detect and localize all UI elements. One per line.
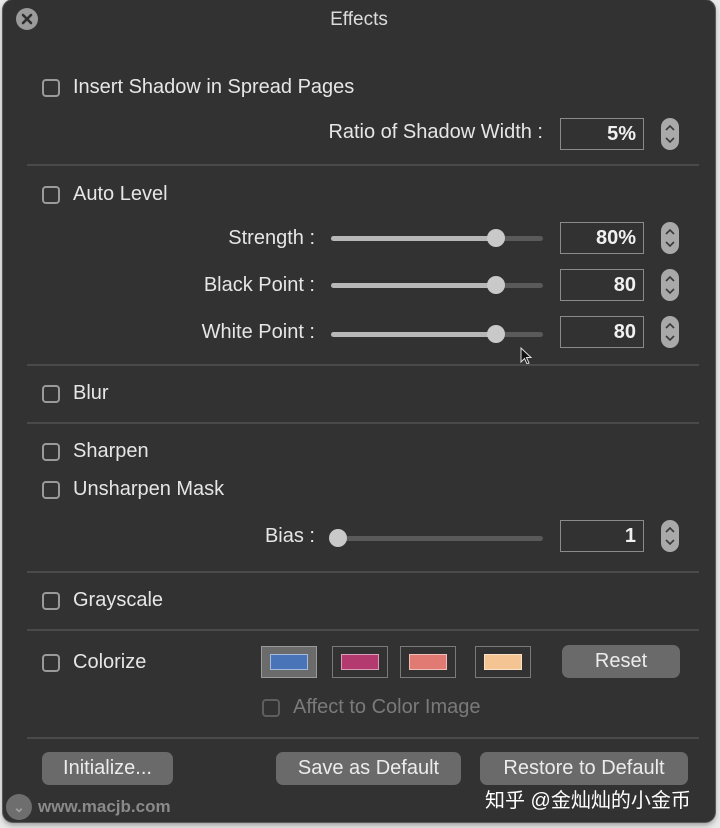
reset-button[interactable]: Reset	[562, 645, 680, 678]
watermark-left: ⌄ www.macjb.com	[6, 794, 171, 820]
shadow-ratio-stepper[interactable]	[661, 118, 679, 150]
stepper-arrows-icon	[665, 322, 675, 342]
black-point-field[interactable]: 80	[560, 269, 644, 301]
insert-shadow-label: Insert Shadow in Spread Pages	[73, 76, 355, 98]
blur-label: Blur	[73, 382, 109, 404]
white-point-field[interactable]: 80	[560, 316, 644, 348]
bias-field[interactable]: 1	[560, 520, 644, 552]
strength-slider-knob[interactable]	[487, 229, 506, 247]
strength-field[interactable]: 80%	[560, 222, 644, 254]
black-point-label: Black Point :	[203, 274, 315, 296]
strength-label: Strength :	[228, 227, 315, 249]
black-point-slider[interactable]	[331, 276, 543, 294]
shadow-ratio-field[interactable]: 5%	[560, 118, 644, 150]
stepper-arrows-icon	[665, 124, 675, 144]
insert-shadow-checkbox[interactable]	[42, 79, 60, 97]
window-title: Effects	[330, 9, 388, 30]
white-point-stepper[interactable]	[661, 316, 679, 348]
affect-color-image-label: Affect to Color Image	[293, 696, 481, 718]
auto-level-checkbox[interactable]	[42, 186, 60, 204]
strength-stepper[interactable]	[661, 222, 679, 254]
strength-slider[interactable]	[331, 229, 543, 247]
divider	[27, 164, 699, 166]
initialize-button[interactable]: Initialize...	[42, 752, 173, 785]
sharpen-label: Sharpen	[73, 440, 149, 462]
color-swatch-blue[interactable]	[261, 646, 317, 678]
white-point-slider-knob[interactable]	[487, 325, 506, 343]
shadow-ratio-label: Ratio of Shadow Width :	[328, 121, 543, 143]
divider	[27, 364, 699, 366]
effects-window: Effects Insert Shadow in Spread Pages Ra…	[3, 0, 715, 822]
watermark-right: 知乎 @金灿灿的小金币	[485, 790, 691, 812]
color-swatch-fill	[341, 654, 379, 670]
color-swatch-fill	[409, 654, 447, 670]
watermark-left-text: www.macjb.com	[38, 797, 171, 816]
white-point-slider-fill	[331, 332, 497, 337]
stepper-arrows-icon	[665, 228, 675, 248]
stepper-arrows-icon	[665, 526, 675, 546]
affect-color-image-checkbox[interactable]	[262, 699, 280, 717]
grayscale-label: Grayscale	[73, 589, 164, 611]
divider	[27, 422, 699, 424]
black-point-stepper[interactable]	[661, 269, 679, 301]
divider	[27, 629, 699, 631]
blur-checkbox[interactable]	[42, 385, 60, 403]
white-point-label: White Point :	[201, 321, 315, 343]
divider	[27, 571, 699, 573]
sharpen-checkbox[interactable]	[42, 443, 60, 461]
divider	[27, 737, 699, 739]
bias-stepper[interactable]	[661, 520, 679, 552]
black-point-slider-knob[interactable]	[487, 276, 506, 294]
color-swatch-magenta[interactable]	[332, 646, 388, 678]
auto-level-label: Auto Level	[73, 183, 168, 205]
grayscale-checkbox[interactable]	[42, 592, 60, 610]
strength-slider-fill	[331, 236, 497, 241]
bias-label: Bias :	[264, 525, 315, 547]
unsharpen-mask-label: Unsharpen Mask	[73, 478, 225, 500]
colorize-label: Colorize	[73, 651, 147, 673]
color-swatch-salmon[interactable]	[400, 646, 456, 678]
restore-to-default-button[interactable]: Restore to Default	[480, 752, 688, 785]
macjb-logo-icon: ⌄	[6, 794, 32, 820]
stepper-arrows-icon	[665, 275, 675, 295]
bias-slider-knob[interactable]	[329, 529, 347, 547]
unsharpen-mask-checkbox[interactable]	[42, 481, 60, 499]
color-swatch-fill	[484, 654, 522, 670]
color-swatch-peach[interactable]	[475, 646, 531, 678]
black-point-slider-fill	[331, 283, 497, 288]
colorize-checkbox[interactable]	[42, 654, 60, 672]
color-swatch-fill	[270, 654, 308, 670]
white-point-slider[interactable]	[331, 325, 543, 343]
bias-slider[interactable]	[329, 529, 543, 547]
save-as-default-button[interactable]: Save as Default	[276, 752, 461, 785]
